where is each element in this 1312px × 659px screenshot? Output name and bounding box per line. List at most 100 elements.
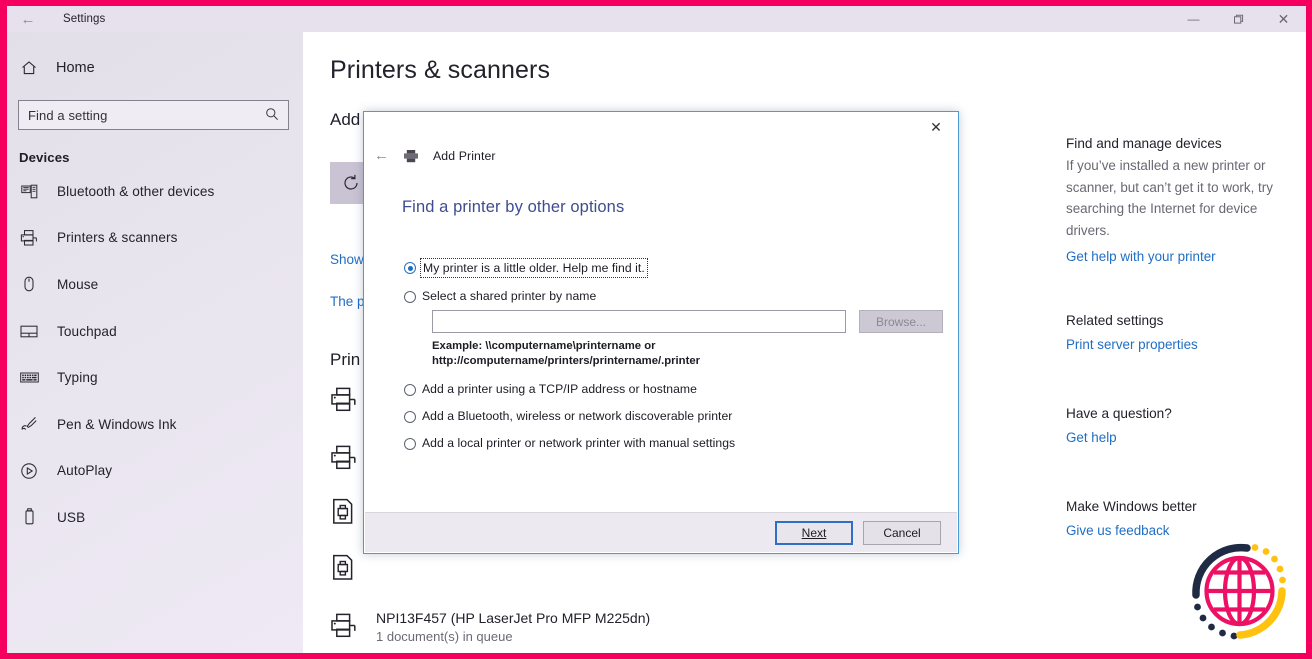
rail-heading: Make Windows better xyxy=(1066,499,1197,514)
printer-icon xyxy=(330,384,358,418)
example-line-1: Example: \\computername\printername or xyxy=(432,340,656,352)
dialog-footer: Next Cancel xyxy=(365,512,957,552)
printer-icon xyxy=(330,442,358,476)
radio-option-label: Add a Bluetooth, wireless or network dis… xyxy=(422,409,733,423)
sidebar-group-label: Devices xyxy=(19,150,70,165)
printer-icon xyxy=(403,149,419,163)
refresh-icon xyxy=(344,174,358,190)
sidebar-item-mouse[interactable]: Mouse xyxy=(7,261,303,308)
radio-indicator[interactable] xyxy=(404,411,416,423)
radio-option-label: My printer is a little older. Help me fi… xyxy=(420,258,648,278)
document-printer-icon xyxy=(330,552,358,586)
sidebar-item-usb[interactable]: USB xyxy=(7,494,303,541)
window-titlebar: ← Settings ― ✕ xyxy=(7,6,1306,32)
maximize-icon xyxy=(1234,14,1244,24)
sidebar-item-printers-scanners[interactable]: Printers & scanners xyxy=(7,215,303,262)
sidebar-item-label: AutoPlay xyxy=(57,463,113,479)
list-item[interactable] xyxy=(330,442,358,476)
printer-options-group: My printer is a little older. Help me fi… xyxy=(404,258,944,450)
page-title: Printers & scanners xyxy=(330,56,551,84)
rail-heading: Find and manage devices xyxy=(1066,136,1222,151)
printer-status: 1 document(s) in queue xyxy=(376,629,513,644)
sidebar-item-label: Mouse xyxy=(57,276,99,292)
sidebar-item-bluetooth[interactable]: Bluetooth & other devices xyxy=(7,168,303,215)
minimize-button[interactable]: ― xyxy=(1171,6,1216,32)
rail-link-get-help[interactable]: Get help xyxy=(1066,430,1298,445)
printer-icon xyxy=(330,610,358,644)
sidebar-item-label: USB xyxy=(57,509,86,525)
sidebar-item-label: Typing xyxy=(57,370,98,386)
touchpad-icon xyxy=(19,324,39,339)
mouse-icon xyxy=(19,276,39,292)
radio-option-label: Add a local printer or network printer w… xyxy=(422,436,736,450)
radio-option-label: Select a shared printer by name xyxy=(422,289,597,303)
cancel-button[interactable]: Cancel xyxy=(863,520,941,545)
sidebar-item-label: Printers & scanners xyxy=(57,230,178,246)
autoplay-icon xyxy=(19,462,39,480)
dialog-nav: ← Add Printer xyxy=(374,148,496,163)
back-arrow-icon[interactable]: ← xyxy=(7,6,49,32)
maximize-button[interactable] xyxy=(1216,6,1261,32)
radio-option-shared-printer[interactable]: Select a shared printer by name xyxy=(404,289,944,303)
show-more-link[interactable]: Show xyxy=(330,252,364,267)
sidebar-item-label: Bluetooth & other devices xyxy=(57,183,215,199)
radio-option-bluetooth-wireless[interactable]: Add a Bluetooth, wireless or network dis… xyxy=(404,409,944,423)
next-button-label: Next xyxy=(801,525,827,540)
list-item[interactable] xyxy=(330,552,358,586)
rail-link-print-server-properties[interactable]: Print server properties xyxy=(1066,337,1298,352)
radio-option-older-printer[interactable]: My printer is a little older. Help me fi… xyxy=(404,258,944,278)
list-item[interactable] xyxy=(330,384,358,418)
rail-link-get-help-printer[interactable]: Get help with your printer xyxy=(1066,249,1298,264)
close-icon[interactable]: ✕ xyxy=(914,112,958,142)
radio-indicator[interactable] xyxy=(404,438,416,450)
sidebar-item-label: Home xyxy=(56,60,95,76)
printers-section-heading: Prin xyxy=(330,350,361,369)
radio-indicator[interactable] xyxy=(404,262,416,274)
settings-sidebar: Home Find a setting Devices Bluetooth & … xyxy=(7,32,303,653)
table-row[interactable]: NPI13F457 (HP LaserJet Pro MFP M225dn) 1… xyxy=(330,610,650,646)
radio-option-local-manual[interactable]: Add a local printer or network printer w… xyxy=(404,436,944,450)
magenta-page-frame: ← Settings ― ✕ Home Find a setting Devic… xyxy=(0,0,1312,659)
close-button[interactable]: ✕ xyxy=(1261,6,1306,32)
pen-icon xyxy=(19,415,39,433)
search-icon xyxy=(265,107,288,124)
usb-icon xyxy=(19,508,39,526)
sidebar-item-label: Touchpad xyxy=(57,323,117,339)
rail-heading: Related settings xyxy=(1066,313,1164,328)
keyboard-icon xyxy=(19,371,39,384)
dialog-heading: Find a printer by other options xyxy=(402,198,625,216)
back-arrow-icon[interactable]: ← xyxy=(374,148,389,163)
radio-indicator[interactable] xyxy=(404,291,416,303)
rail-block-related-settings: Related settings Print server properties xyxy=(1066,313,1298,352)
list-item[interactable] xyxy=(330,496,358,530)
add-printer-dialog: ✕ ← Add Printer Find a printer by other … xyxy=(363,111,959,554)
window-title: Settings xyxy=(63,13,106,25)
printer-icon xyxy=(19,229,39,247)
printer-name: NPI13F457 (HP LaserJet Pro MFP M225dn) xyxy=(376,610,651,626)
bluetooth-devices-icon xyxy=(19,183,39,200)
radio-option-tcpip[interactable]: Add a printer using a TCP/IP address or … xyxy=(404,382,944,396)
rail-paragraph: If you’ve installed a new printer or sca… xyxy=(1066,158,1273,238)
sidebar-item-touchpad[interactable]: Touchpad xyxy=(7,308,303,355)
globe-logo xyxy=(1174,523,1302,651)
sidebar-item-home[interactable]: Home xyxy=(7,51,303,85)
radio-option-label: Add a printer using a TCP/IP address or … xyxy=(422,382,697,396)
sidebar-item-pen-windows-ink[interactable]: Pen & Windows Ink xyxy=(7,401,303,448)
search-input-value: Find a setting xyxy=(28,107,108,123)
rail-heading: Have a question? xyxy=(1066,406,1172,421)
example-line-2: http://computername/printers/printername… xyxy=(432,354,701,367)
window-controls: ― ✕ xyxy=(1171,6,1306,32)
document-printer-icon xyxy=(330,496,358,530)
radio-indicator[interactable] xyxy=(404,384,416,396)
printer-note-text: The p xyxy=(330,294,365,309)
sidebar-item-typing[interactable]: Typing xyxy=(7,354,303,401)
sidebar-item-label: Pen & Windows Ink xyxy=(57,416,177,432)
shared-printer-name-row: Browse... xyxy=(432,310,944,333)
sidebar-item-autoplay[interactable]: AutoPlay xyxy=(7,448,303,495)
search-input[interactable]: Find a setting xyxy=(18,100,289,130)
browse-button[interactable]: Browse... xyxy=(859,310,943,333)
next-button[interactable]: Next xyxy=(775,520,853,545)
shared-printer-name-input[interactable] xyxy=(432,310,846,333)
home-icon xyxy=(19,59,39,77)
rail-block-have-a-question: Have a question? Get help xyxy=(1066,406,1298,445)
